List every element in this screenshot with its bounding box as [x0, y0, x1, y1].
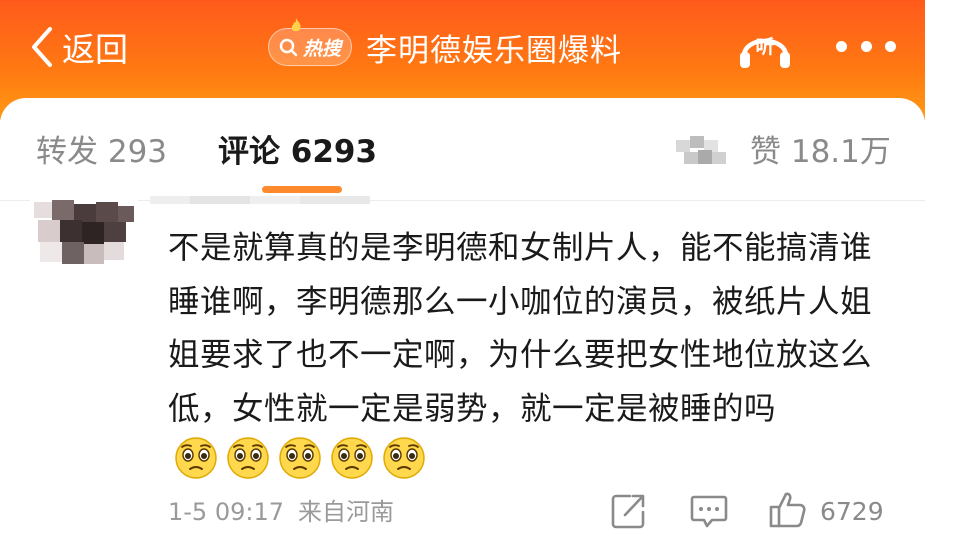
reply-button[interactable]	[688, 488, 730, 532]
comment-meta: 1-5 09:17 来自河南	[168, 494, 394, 530]
dot	[836, 40, 847, 52]
back-label: 返回	[62, 30, 128, 69]
search-icon	[279, 38, 298, 57]
listen-button[interactable]: 听	[736, 22, 794, 72]
like-button[interactable]	[768, 488, 808, 532]
comment-text: 不是就算真的是李明德和女制片人，能不能搞清谁睡谁啊，李明德那么一小咖位的演员，被…	[168, 230, 873, 427]
tab-active-indicator	[262, 186, 342, 193]
pleading-face-emoji	[331, 437, 373, 479]
pleading-face-emoji	[279, 437, 321, 479]
more-dots-icon[interactable]	[836, 36, 896, 56]
comment-body: 不是就算真的是李明德和女制片人，能不能搞清谁睡谁啊，李明德那么一小咖位的演员，被…	[168, 222, 898, 490]
nickname-blurred[interactable]	[150, 194, 390, 206]
flame-icon	[291, 18, 301, 32]
avatar-blurred[interactable]	[30, 200, 138, 270]
divider	[0, 200, 925, 201]
like-count: 6729	[820, 497, 884, 526]
back-button[interactable]: 返回	[28, 22, 128, 72]
listen-label: 听	[755, 36, 775, 58]
share-icon	[611, 494, 645, 529]
pleading-face-emoji	[175, 437, 217, 479]
emoji-row	[174, 436, 434, 480]
pleading-face-emoji	[227, 437, 269, 479]
liker-avatars-blurred[interactable]	[676, 132, 734, 172]
hot-search-badge[interactable]: 热搜	[268, 18, 353, 66]
comment-time: 1-5 09:17	[168, 498, 284, 526]
comment-location: 来自河南	[298, 498, 394, 526]
tab-comment[interactable]: 评论 6293	[218, 130, 377, 174]
right-margin	[925, 0, 960, 550]
dot	[885, 40, 896, 52]
title-area: 热搜 李明德娱乐圈爆料	[268, 18, 623, 70]
tab-like[interactable]: 赞 18.1万	[750, 130, 891, 174]
thumbs-up-icon	[769, 492, 806, 528]
share-button[interactable]	[608, 488, 648, 532]
pleading-face-emoji	[383, 437, 425, 479]
chevron-left-icon	[32, 27, 52, 67]
hot-search-label: 热搜	[303, 37, 342, 60]
dot	[860, 40, 872, 52]
tab-forward[interactable]: 转发 293	[36, 130, 167, 174]
page-title: 李明德娱乐圈爆料	[366, 32, 623, 69]
comment-bubble-icon	[690, 495, 728, 528]
